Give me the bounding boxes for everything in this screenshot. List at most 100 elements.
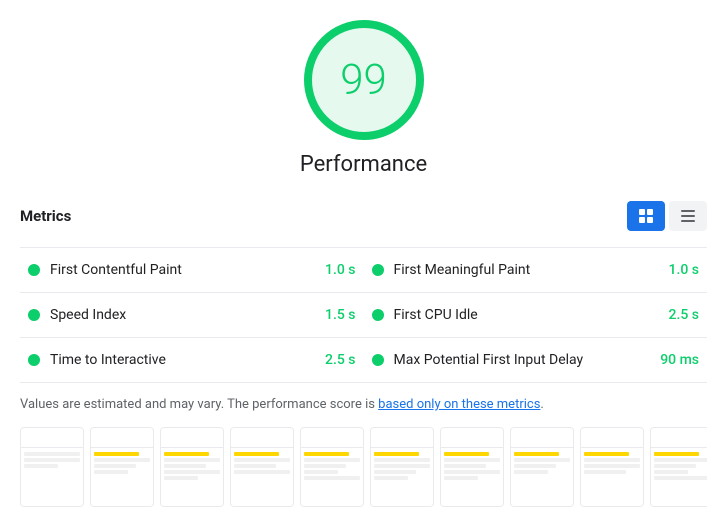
- frame-line: [164, 464, 206, 468]
- frame-line: [24, 452, 80, 456]
- metric-first-cpu-idle: First CPU Idle 2.5 s: [364, 293, 708, 338]
- frame-top: [231, 428, 293, 448]
- frame-top: [651, 428, 707, 448]
- frame-line: [654, 452, 699, 456]
- frame-line: [94, 464, 136, 468]
- filmstrip-frame: [160, 427, 224, 507]
- filmstrip-frame: [300, 427, 364, 507]
- frame-lines: [231, 448, 293, 506]
- frame-line: [234, 452, 279, 456]
- frame-top: [161, 428, 223, 448]
- frame-line: [304, 470, 338, 474]
- list-icon: [679, 208, 697, 224]
- frame-top: [21, 428, 83, 448]
- frame-line: [304, 464, 346, 468]
- metric-value: 90 ms: [660, 352, 699, 368]
- frame-line: [514, 458, 570, 462]
- disclaimer-link[interactable]: based only on these metrics: [378, 397, 540, 412]
- metric-name: First Meaningful Paint: [394, 262, 661, 278]
- frame-line: [304, 458, 360, 462]
- frame-top: [511, 428, 573, 448]
- frame-line: [374, 470, 416, 474]
- frame-line: [584, 458, 640, 462]
- metric-dot: [372, 309, 384, 321]
- frame-line: [654, 470, 688, 474]
- frame-top: [441, 428, 503, 448]
- filmstrip: [20, 427, 707, 507]
- frame-lines: [21, 448, 83, 506]
- metric-dot: [372, 264, 384, 276]
- score-label: Performance: [300, 152, 427, 177]
- frame-line: [654, 476, 707, 480]
- disclaimer: Values are estimated and may vary. The p…: [20, 395, 707, 415]
- frame-line: [304, 476, 360, 480]
- frame-line: [374, 476, 408, 480]
- metric-time-to-interactive: Time to Interactive 2.5 s: [20, 338, 364, 383]
- filmstrip-frame: [510, 427, 574, 507]
- metric-first-meaningful-paint: First Meaningful Paint 1.0 s: [364, 248, 708, 293]
- frame-top: [581, 428, 643, 448]
- frame-line: [654, 458, 707, 462]
- frame-line: [164, 476, 198, 480]
- frame-line: [234, 464, 276, 468]
- metric-dot: [28, 354, 40, 366]
- frame-line: [514, 464, 556, 468]
- frame-line: [234, 458, 290, 462]
- score-value: 99: [340, 56, 387, 105]
- frame-line: [654, 464, 696, 468]
- frame-line: [164, 452, 209, 456]
- frame-lines: [511, 448, 573, 506]
- frame-line: [374, 452, 419, 456]
- disclaimer-text-before: Values are estimated and may vary. The p…: [20, 397, 378, 412]
- frame-line: [444, 464, 486, 468]
- frame-line: [444, 470, 500, 474]
- filmstrip-frame: [20, 427, 84, 507]
- metric-dot: [28, 264, 40, 276]
- frame-top: [91, 428, 153, 448]
- metrics-title: Metrics: [20, 207, 71, 225]
- metric-value: 2.5 s: [669, 307, 700, 323]
- frame-top: [301, 428, 363, 448]
- frame-line: [24, 464, 58, 468]
- metric-value: 1.0 s: [669, 262, 700, 278]
- grid-icon: [637, 207, 655, 225]
- list-view-button[interactable]: [669, 201, 707, 231]
- metric-dot: [28, 309, 40, 321]
- frame-line: [304, 452, 349, 456]
- frame-line: [584, 464, 640, 468]
- metric-name: Max Potential First Input Delay: [394, 352, 653, 368]
- frame-lines: [581, 448, 643, 506]
- frame-lines: [371, 448, 433, 506]
- filmstrip-frame: [230, 427, 294, 507]
- filmstrip-frame: [90, 427, 154, 507]
- frame-line: [444, 476, 478, 480]
- filmstrip-frame: [370, 427, 434, 507]
- metrics-grid: First Contentful Paint 1.0 s First Meani…: [20, 247, 707, 383]
- frame-line: [94, 452, 139, 456]
- score-section: 99 Performance: [20, 20, 707, 177]
- frame-top: [371, 428, 433, 448]
- metric-value: 1.5 s: [325, 307, 356, 323]
- frame-line: [514, 452, 559, 456]
- metric-speed-index: Speed Index 1.5 s: [20, 293, 364, 338]
- frame-line: [444, 458, 500, 462]
- frame-line: [444, 452, 489, 456]
- frame-lines: [651, 448, 707, 506]
- grid-view-button[interactable]: [627, 201, 665, 231]
- metric-max-potential-fid: Max Potential First Input Delay 90 ms: [364, 338, 708, 383]
- metrics-header: Metrics: [20, 193, 707, 239]
- view-toggle: [627, 201, 707, 231]
- frame-line: [374, 458, 430, 462]
- filmstrip-frame: [650, 427, 707, 507]
- frame-lines: [161, 448, 223, 506]
- frame-line: [374, 464, 430, 468]
- metric-value: 2.5 s: [325, 352, 356, 368]
- metric-value: 1.0 s: [325, 262, 356, 278]
- frame-line: [584, 470, 626, 474]
- metric-name: First CPU Idle: [394, 307, 661, 323]
- frame-line: [164, 458, 220, 462]
- frame-line: [24, 458, 80, 462]
- metric-name: Speed Index: [50, 307, 317, 323]
- score-circle: 99: [304, 20, 424, 140]
- frame-lines: [91, 448, 153, 506]
